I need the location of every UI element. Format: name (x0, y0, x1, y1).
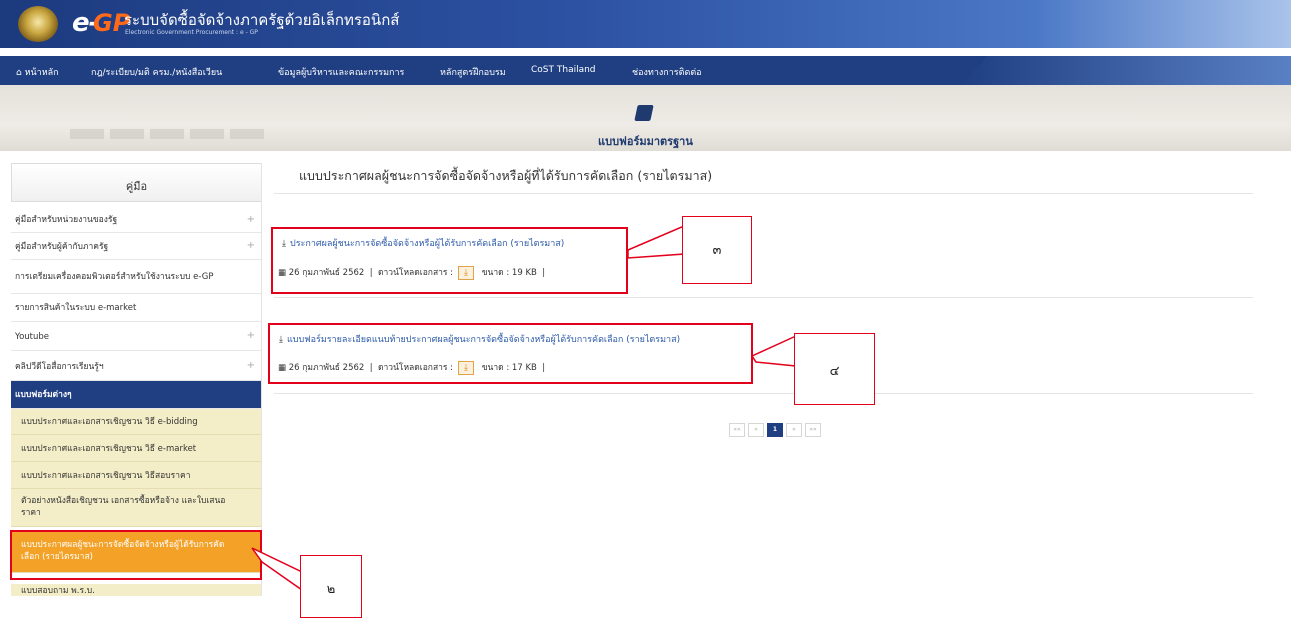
sidebar-heading: คู่มือ (11, 163, 261, 202)
callout-4-label: ๔ (829, 364, 840, 379)
callout-2-label: ๒ (326, 582, 336, 597)
callout-arrow-4 (750, 334, 797, 367)
nav-training[interactable]: หลักสูตรฝึกอบรม (440, 65, 506, 79)
sidebar-subitem-label: แบบประกาศและเอกสารเชิญชวน วิธีสอบราคา (21, 471, 191, 481)
sidebar-subitem-e-bidding[interactable]: แบบประกาศและเอกสารเชิญชวน วิธี e-bidding (11, 409, 261, 435)
document-divider (274, 297, 1253, 298)
government-seal-icon[interactable] (18, 6, 58, 42)
callout-arrow-3 (627, 224, 685, 259)
document-divider (274, 393, 1253, 394)
highlight-box-sidebar (10, 530, 262, 580)
sidebar-item-forms[interactable]: แบบฟอร์มต่างๆ (11, 381, 261, 409)
sidebar-item-agency-manual[interactable]: คู่มือสำหรับหน่วยงานของรัฐ + (11, 207, 261, 233)
sidebar-heading-label: คู่มือ (125, 180, 148, 193)
book-icon (634, 105, 654, 121)
highlight-box-document-1 (271, 227, 628, 294)
expand-icon[interactable]: + (247, 240, 255, 252)
title-divider (274, 193, 1253, 194)
callout-4: ๔ (794, 333, 875, 405)
sidebar-item-label: Youtube (15, 332, 49, 342)
pagination-last[interactable]: »» (805, 423, 821, 437)
nav-home[interactable]: ⌂ หน้าหลัก (16, 65, 59, 79)
sidebar-item-label: รายการสินค้าในระบบ e-market (15, 303, 137, 313)
sidebar-item-label: คลิปวีดีโอสื่อการเรียนรู้ฯ (15, 362, 104, 372)
sidebar-item-label: คู่มือสำหรับผู้ค้ากับภาครัฐ (15, 242, 109, 252)
sidebar-item-label: แบบฟอร์มต่างๆ (15, 390, 72, 400)
page-title: แบบประกาศผลผู้ชนะการจัดซื้อจัดจ้างหรือผู… (299, 168, 713, 183)
sidebar-subitem-price-inquiry[interactable]: แบบประกาศและเอกสารเชิญชวน วิธีสอบราคา (11, 462, 261, 489)
expand-icon[interactable]: + (247, 330, 255, 342)
pagination-prev[interactable]: « (748, 423, 764, 437)
expand-icon[interactable]: + (247, 360, 255, 372)
site-header: e- GP ระบบจัดซื้อจัดจ้างภาครัฐด้วยอิเล็ก… (0, 0, 1291, 48)
nav-executives[interactable]: ข้อมูลผู้บริหารและคณะกรรมการ (278, 65, 404, 79)
pagination-first[interactable]: «« (729, 423, 745, 437)
home-icon: ⌂ (16, 68, 25, 78)
sidebar-item-computer-setup[interactable]: การเตรียมเครื่องคอมพิวเตอร์สำหรับใช้งานร… (11, 260, 261, 294)
pagination-next[interactable]: » (786, 423, 802, 437)
sidebar-item-e-market-products[interactable]: รายการสินค้าในระบบ e-market (11, 294, 261, 322)
sidebar-subitem-label: แบบประกาศและเอกสารเชิญชวน วิธี e-bidding (21, 417, 198, 427)
sidebar-subitem-e-market[interactable]: แบบประกาศและเอกสารเชิญชวน วิธี e-market (11, 435, 261, 462)
callout-3-label: ๓ (712, 243, 722, 258)
nav-regulations[interactable]: กฎ/ระเบียบ/มติ ครม./หนังสือเวียน (91, 65, 222, 79)
sidebar-subitem-label: ตัวอย่างหนังสือเชิญชวน เอกสารซื้อหรือจ้า… (21, 496, 226, 518)
sidebar-item-label: คู่มือสำหรับหน่วยงานของรัฐ (15, 215, 118, 225)
main-navbar: ⌂ หน้าหลัก กฎ/ระเบียบ/มติ ครม./หนังสือเว… (0, 56, 1291, 85)
pagination-page-1[interactable]: 1 (767, 423, 783, 437)
nav-cost-thailand[interactable]: CoST Thailand (531, 65, 596, 75)
callout-3: ๓ (682, 216, 752, 284)
callout-2: ๒ (300, 555, 362, 618)
sidebar-subitem-invitation-samples[interactable]: ตัวอย่างหนังสือเชิญชวน เอกสารซื้อหรือจ้า… (11, 489, 261, 527)
sidebar-item-label: การเตรียมเครื่องคอมพิวเตอร์สำหรับใช้งานร… (15, 272, 214, 282)
highlight-box-document-2 (268, 323, 753, 384)
sidebar-item-youtube[interactable]: Youtube + (11, 322, 261, 351)
expand-icon[interactable]: + (247, 214, 255, 226)
nav-contact[interactable]: ช่องทางการติดต่อ (632, 65, 702, 79)
sidebar-subitem-questionnaire[interactable]: แบบสอบถาม พ.ร.บ. (11, 584, 261, 596)
banner-title: แบบฟอร์มมาตรฐาน (598, 135, 693, 148)
sidebar-subitem-label: แบบสอบถาม พ.ร.บ. (21, 586, 95, 596)
sidebar-item-video-clips[interactable]: คลิปวีดีโอสื่อการเรียนรู้ฯ + (11, 351, 261, 381)
sidebar-subitem-label: แบบประกาศและเอกสารเชิญชวน วิธี e-market (21, 444, 197, 454)
sidebar-item-vendor-manual[interactable]: คู่มือสำหรับผู้ค้ากับภาครัฐ + (11, 233, 261, 260)
site-subtitle: Electronic Government Procurement : e - … (125, 29, 258, 36)
